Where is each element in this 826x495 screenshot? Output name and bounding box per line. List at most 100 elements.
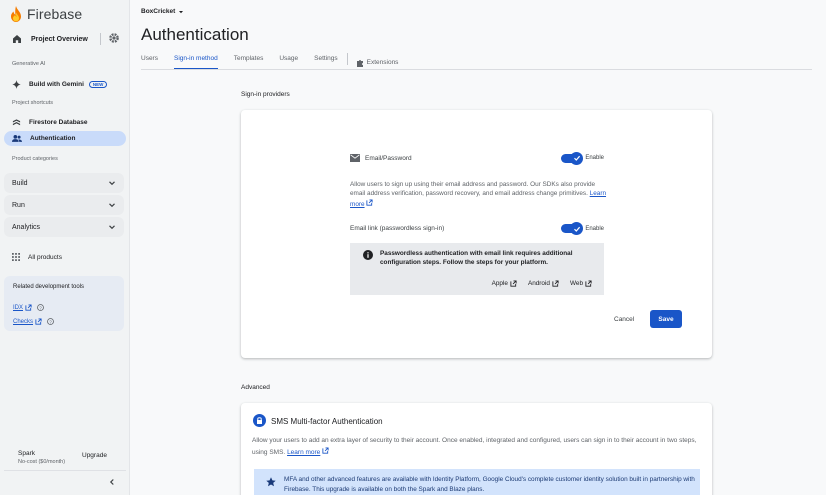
category-label: Build [12,179,28,187]
section-heading-providers: Sign-in providers [241,91,290,98]
project-overview[interactable]: Project Overview [8,30,124,48]
toggle-track [561,222,584,235]
learn-more-link[interactable]: Learn more [287,449,320,456]
sidebar-item-label: All products [28,253,62,261]
tab-templates[interactable]: Templates [234,55,264,70]
sms-mfa-title: SMS Multi-factor Authentication [271,417,383,426]
project-selector[interactable]: BoxCricket [141,8,184,15]
help-icon[interactable]: ? [47,318,54,325]
category-label: Run [12,201,25,209]
tab-extensions-label: Extensions [366,59,399,66]
section-heading-advanced: Advanced [241,384,270,391]
tool-link-label: Checks [13,318,34,325]
caret-down-icon [179,10,184,13]
tab-settings[interactable]: Settings [314,55,338,70]
project-overview-label: Project Overview [31,35,88,43]
tool-link-idx[interactable]: IDX ? [13,304,44,311]
open-in-new-icon [322,446,329,454]
chevron-down-icon [109,203,115,208]
platform-links: Apple Android Web [492,280,592,287]
firestore-icon [12,118,21,125]
sidebar-item-label: Authentication [30,135,76,142]
firebase-flame-icon [11,6,21,22]
tab-sign-in-method[interactable]: Sign-in method [173,55,218,70]
toggle-track [561,151,584,165]
people-icon [12,135,22,142]
email-password-description: Allow users to sign up using their email… [350,180,608,209]
open-in-new-icon [510,280,517,287]
sidebar: Firebase Project Overview Generative AI … [0,0,130,495]
help-icon[interactable]: ? [37,304,44,311]
email-link-toggle[interactable]: Enable [561,222,604,235]
open-in-new-icon [552,280,559,287]
chevron-down-icon [109,225,115,230]
firebase-logo[interactable]: Firebase [10,5,82,23]
chevron-left-icon[interactable] [108,478,116,486]
platform-link-web[interactable]: Web [570,280,592,287]
svg-text:?: ? [49,319,52,324]
upgrade-button[interactable]: Upgrade [82,452,107,459]
category-run[interactable]: Run [4,195,124,215]
section-generative-ai: Generative AI [12,61,46,67]
puzzle-icon [356,59,363,67]
provider-label: Email/Password [365,154,412,162]
category-build[interactable]: Build [4,173,124,193]
sidebar-item-build-with-gemini[interactable]: Build with Gemini NEW [4,77,126,91]
toggle-label: Enable [585,225,604,232]
section-product-categories: Product categories [12,156,58,162]
plan-subtitle: No-cost ($0/month) [18,459,66,465]
check-icon [570,151,584,165]
plan-info: Spark No-cost ($0/month) Upgrade [4,442,124,470]
category-label: Analytics [12,223,41,231]
related-tools-panel: Related development tools IDX ? Checks ? [4,276,124,331]
tab-extensions[interactable]: Extensions [356,55,399,70]
mfa-banner-text: MFA and other advanced features are avai… [284,476,695,493]
sidebar-item-all-products[interactable]: All products [4,250,126,264]
sms-mfa-card: SMS Multi-factor Authentication Allow yo… [241,403,712,495]
cancel-button[interactable]: Cancel [614,316,634,323]
tab-users[interactable]: Users [141,55,158,70]
toggle-label: Enable [585,155,604,161]
mfa-upgrade-banner: MFA and other advanced features are avai… [254,469,700,495]
provider-card: Email/Password Enable Allow users to sig… [241,110,712,358]
save-button[interactable]: Save [650,310,682,328]
email-password-toggle[interactable]: Enable [561,151,604,165]
gear-icon[interactable] [108,32,120,44]
sidebar-item-label: Build with Gemini [29,80,84,88]
sms-mfa-description: Allow your users to add an extra layer o… [252,436,707,458]
tab-bar: Users Sign-in method Templates Usage Set… [141,53,414,70]
sidebar-item-label: Firestore Database [29,118,88,126]
chevron-down-icon [109,181,115,186]
category-analytics[interactable]: Analytics [4,217,124,237]
brand-name: Firebase [27,6,83,22]
sidebar-item-firestore[interactable]: Firestore Database [4,115,126,129]
tool-link-label: IDX [13,304,24,311]
page-title: Authentication [141,25,249,44]
platform-link-android[interactable]: Android [528,280,559,287]
provider-email-link: Email link (passwordless sign-in) Enable [350,222,604,235]
description-text: Allow users to sign up using their email… [350,181,596,198]
tool-link-checks[interactable]: Checks ? [13,318,54,325]
related-tools-title: Related development tools [13,284,85,290]
passwordless-info-box: Passwordless authentication with email l… [350,243,604,295]
provider-label: Email link (passwordless sign-in) [350,225,445,232]
info-icon [363,250,373,260]
open-in-new-icon [25,304,32,311]
sidebar-item-authentication[interactable]: Authentication [4,131,126,146]
divider [100,33,101,45]
provider-email-password: Email/Password Enable [350,151,604,165]
mail-icon [350,154,360,162]
svg-text:?: ? [39,305,42,310]
open-in-new-icon [35,318,42,325]
project-name: BoxCricket [141,8,176,15]
tabs-divider [141,69,812,70]
info-text: Passwordless authentication with email l… [380,250,573,266]
star-icon [266,477,276,487]
grid-icon [12,253,20,261]
open-in-new-icon [366,199,373,206]
platform-link-apple[interactable]: Apple [492,280,517,287]
tab-usage[interactable]: Usage [279,55,298,70]
divider [346,53,348,65]
check-icon [570,222,584,235]
new-badge: NEW [88,80,108,88]
